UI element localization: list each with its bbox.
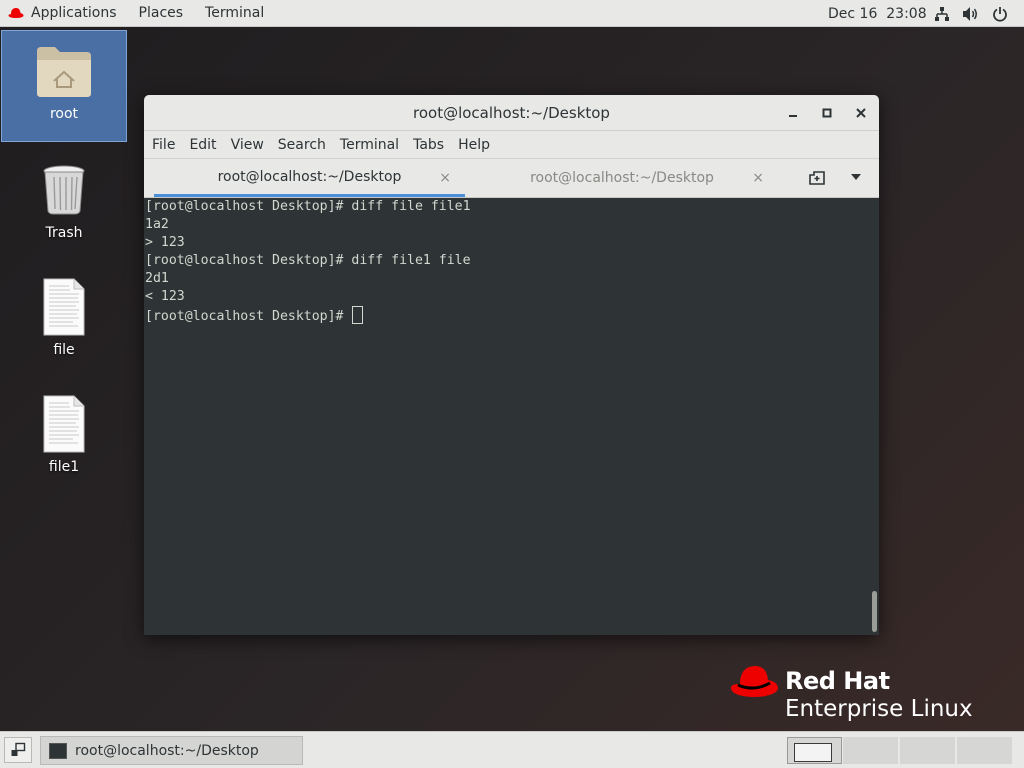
applications-label: Applications [31, 5, 117, 21]
window-controls [785, 95, 869, 131]
tab-label: root@localhost:~/Desktop [530, 170, 714, 186]
desktop-icon-root[interactable]: root [1, 30, 127, 142]
network-icon [935, 6, 949, 21]
applications-menu[interactable]: Applications [0, 0, 128, 26]
brand-line2: Enterprise Linux [785, 696, 973, 722]
workspace-1[interactable] [787, 737, 842, 764]
desktop-icon-label: file [53, 342, 75, 358]
power-icon [993, 6, 1007, 22]
volume-icon [963, 6, 977, 21]
window-title: root@localhost:~/Desktop [413, 103, 610, 122]
new-tab-icon[interactable] [808, 170, 826, 186]
tab-label: root@localhost:~/Desktop [217, 168, 402, 185]
redhat-branding: Red Hat Enterprise Linux [730, 664, 990, 724]
terminal-scrollbar[interactable] [870, 198, 879, 635]
desktop-icon-file1[interactable]: file1 [1, 384, 127, 496]
terminal-line: [root@localhost Desktop]# diff file file… [145, 199, 471, 214]
system-tray[interactable] [934, 0, 1008, 27]
terminal-cursor [352, 306, 364, 324]
tab-close-icon[interactable]: × [752, 170, 764, 186]
desktop-icon-label: file1 [48, 459, 80, 475]
close-button[interactable] [853, 105, 869, 121]
terminal-line: < 123 [145, 289, 185, 304]
menu-tabs[interactable]: Tabs [406, 137, 451, 153]
terminal-icon [49, 742, 67, 759]
desktop-icon-label: root [49, 106, 79, 122]
terminal-window: root@localhost:~/Desktop File Edit View … [144, 95, 879, 635]
desktop-icon-trash[interactable]: Trash [1, 150, 127, 262]
terminal-line: 1a2 [145, 217, 169, 232]
taskbar-item-terminal[interactable]: root@localhost:~/Desktop [40, 736, 303, 765]
terminal-line: 2d1 [145, 271, 169, 286]
tab-1[interactable]: root@localhost:~/Desktop × [154, 159, 465, 197]
text-file-icon [43, 278, 85, 336]
menu-bar: File Edit View Search Terminal Tabs Help [144, 131, 879, 159]
menu-terminal[interactable]: Terminal [333, 137, 406, 153]
workspace-3[interactable] [900, 737, 955, 764]
maximize-icon [822, 108, 832, 118]
terminal-line: > 123 [145, 235, 185, 250]
clock[interactable]: Dec 16 23:08 [828, 0, 927, 27]
window-titlebar[interactable]: root@localhost:~/Desktop [144, 95, 879, 131]
maximize-button[interactable] [819, 105, 835, 121]
trash-icon [43, 165, 85, 215]
tab-bar: root@localhost:~/Desktop × root@localhos… [144, 159, 879, 198]
text-file-icon [43, 395, 85, 453]
workspace-window-preview [794, 743, 832, 762]
workspace-4[interactable] [957, 737, 1012, 764]
scrollbar-thumb[interactable] [872, 591, 877, 632]
show-desktop-icon [11, 742, 26, 756]
menu-edit[interactable]: Edit [182, 137, 223, 153]
tab-2[interactable]: root@localhost:~/Desktop × [466, 159, 778, 197]
menu-file[interactable]: File [145, 137, 182, 153]
home-folder-icon [37, 47, 91, 97]
menu-help[interactable]: Help [451, 137, 497, 153]
redhat-logo-icon [8, 8, 24, 18]
redhat-logo-icon [731, 666, 778, 697]
close-icon [856, 108, 866, 118]
top-panel: Applications Places Terminal Dec 16 23:0… [0, 0, 1024, 27]
minimize-button[interactable] [785, 105, 801, 121]
taskbar-item-label: root@localhost:~/Desktop [75, 742, 259, 759]
menu-view[interactable]: View [224, 137, 271, 153]
terminal-app-menu[interactable]: Terminal [194, 0, 275, 26]
terminal-prompt: [root@localhost Desktop]# [145, 309, 352, 324]
places-menu[interactable]: Places [128, 0, 195, 26]
desktop-icon-label: Trash [45, 225, 83, 241]
minimize-icon [789, 115, 797, 117]
brand-line1: Red Hat [785, 667, 890, 695]
chevron-down-icon[interactable] [851, 174, 861, 180]
desktop-icon-file[interactable]: file [1, 267, 127, 379]
terminal-output[interactable]: [root@localhost Desktop]# diff file file… [144, 198, 870, 635]
top-menu: Applications Places Terminal [0, 0, 275, 26]
bottom-panel: root@localhost:~/Desktop [0, 731, 1024, 768]
terminal-prompt-line: [root@localhost Desktop]# [144, 306, 870, 324]
tab-close-icon[interactable]: × [439, 170, 451, 186]
terminal-line: [root@localhost Desktop]# diff file1 fil… [145, 253, 471, 268]
menu-search[interactable]: Search [271, 137, 333, 153]
show-desktop-button[interactable] [4, 737, 32, 763]
workspace-2[interactable] [843, 737, 898, 764]
